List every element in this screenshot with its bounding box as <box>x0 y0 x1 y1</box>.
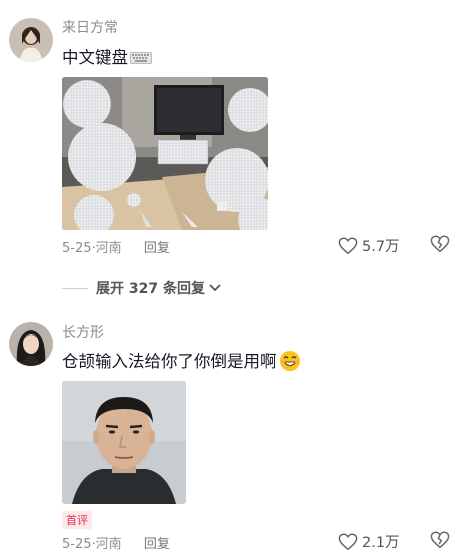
comment-location: 河南 <box>95 537 122 550</box>
like-count: 2.1万 <box>362 535 400 550</box>
like-button[interactable]: 2.1万 <box>338 531 400 550</box>
comment-meta: 5-25·河南 回复 <box>62 533 170 550</box>
comment-date: 5-25 <box>62 537 92 550</box>
reply-button[interactable]: 回复 <box>144 537 170 550</box>
avatar[interactable] <box>9 322 53 366</box>
avatar-photo-icon <box>9 322 53 366</box>
first-comment-badge: 首评 <box>62 511 92 529</box>
comment-text-content: 仓颉输入法给你了你倒是用啊 <box>62 352 277 371</box>
dislike-button[interactable] <box>430 531 450 550</box>
heart-icon <box>338 532 358 550</box>
man-portrait-photo <box>62 381 186 504</box>
comment-text: 仓颉输入法给你了你倒是用啊 <box>62 348 301 376</box>
broken-heart-icon <box>430 531 450 549</box>
comment-image[interactable] <box>62 381 186 504</box>
grinning-face-emoji <box>279 350 301 376</box>
comment-item: 长方形 仓颉输入法给你了你倒是用啊 首评 5-25·河南 回复 2.1万 <box>0 0 471 550</box>
username[interactable]: 长方形 <box>62 322 104 342</box>
